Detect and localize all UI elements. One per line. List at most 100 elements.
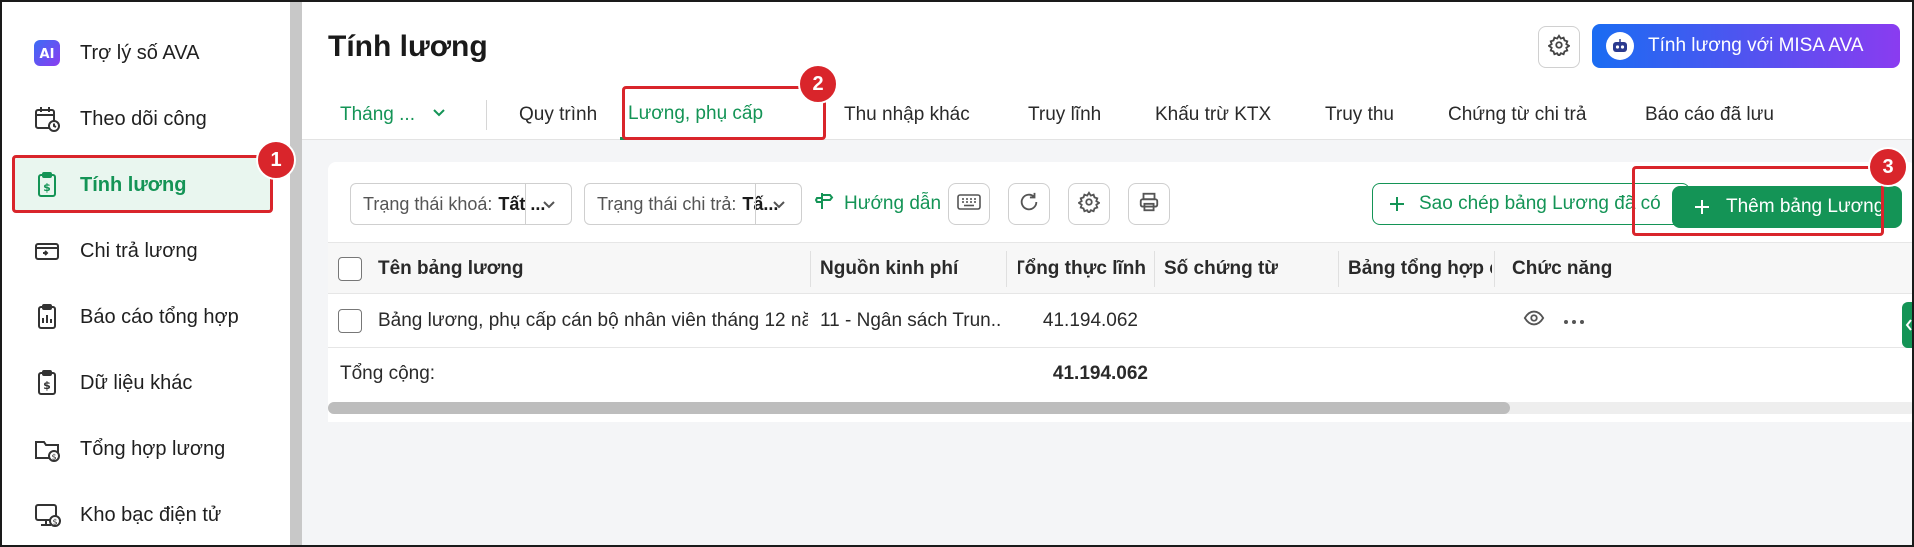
tab-recovery[interactable]: Truy thu [1325,90,1394,140]
callout-badge-1: 1 [256,140,296,180]
ava-payroll-button[interactable]: Tính lương với MISA AVA [1592,24,1900,68]
svg-text:$: $ [52,518,57,527]
sidebar-item-label: Kho bạc điện tử [80,503,222,526]
callout-box-1 [12,155,273,213]
payment-card-icon [32,236,62,266]
lock-status-label: Trạng thái khoá: [363,193,493,214]
callout-box-3 [1632,166,1884,236]
tab-other-income[interactable]: Thu nhập khác [844,90,970,140]
tab-back-pay[interactable]: Truy lĩnh [1028,90,1101,140]
guide-link[interactable]: Hướng dẫn [814,183,941,225]
sidebar-item-e-treasury[interactable]: $ Kho bạc điện tử [14,488,272,542]
tab-payment-vouchers[interactable]: Chứng từ chi trả [1448,90,1586,140]
print-button[interactable] [1128,183,1170,225]
sidebar-item-attendance[interactable]: Theo dõi công [14,92,272,146]
ava-button-label: Tính lương với MISA AVA [1648,35,1864,56]
sidebar-item-other-data[interactable]: $ Dữ liệu khác [14,356,272,410]
cell-voucher [1164,294,1334,348]
column-divider[interactable] [1006,251,1007,287]
refresh-button[interactable] [1008,183,1050,225]
copy-button-label: Sao chép bảng Lương đã có [1419,193,1661,214]
signpost-icon [814,191,834,217]
select-all-checkbox[interactable] [338,257,362,281]
salary-table: Tên bảng lương Nguồn kinh phí Tổng thực … [328,242,1912,422]
table-total-row: Tổng cộng: 41.194.062 [328,348,1912,400]
column-header-source[interactable]: Nguồn kinh phí [820,243,1000,295]
column-header-actions: Chức năng [1512,258,1613,279]
chevron-left-icon [1902,302,1912,348]
cell-name[interactable]: Bảng lương, phụ cấp cán bộ nhân viên thá… [378,294,808,348]
svg-text:$: $ [43,379,51,392]
collapse-panel-handle[interactable] [1902,302,1912,348]
sidebar-item-label: Trợ lý số AVA [80,41,200,64]
payment-status-filter[interactable]: Trạng thái chi trả: Tấ... [584,183,802,225]
robot-icon [1606,32,1634,60]
keyboard-shortcut-button[interactable] [948,183,990,225]
select-all-cell [338,243,368,295]
main-content: Tính lương Tính lương với MISA AVA Tháng… [302,2,1912,545]
table-row[interactable]: Bảng lương, phụ cấp cán bộ nhân viên thá… [328,294,1912,348]
monitor-money-icon: $ [32,500,62,530]
chevron-down-icon[interactable] [755,184,801,224]
view-button[interactable] [1523,294,1547,348]
tab-bar: Tháng ... Quy trình Lương, phụ cấp Thu n… [302,90,1912,140]
plus-icon [1387,194,1407,214]
month-label: Tháng ... [340,104,415,125]
cell-source: 11 - Ngân sách Trun... [820,310,1000,331]
sidebar-item-ava[interactable]: AI Trợ lý số AVA [14,26,272,80]
row-checkbox[interactable] [338,309,362,333]
total-label: Tổng cộng: [340,363,436,384]
sidebar-item-label: Báo cáo tổng hợp [80,305,239,328]
more-options-button[interactable] [1562,294,1588,348]
callout-badge-2: 2 [798,64,838,104]
sidebar-item-report[interactable]: Báo cáo tổng hợp [14,290,272,344]
column-header-total[interactable]: Tổng thực lĩnh [1018,243,1146,295]
lock-status-filter[interactable]: Trạng thái khoá: Tất ... [350,183,572,225]
column-divider[interactable] [1154,251,1155,287]
tab-dorm-deduction[interactable]: Khấu trừ KTX [1155,90,1271,140]
callout-badge-3: 3 [1868,147,1908,187]
scrollbar-thumb[interactable] [328,402,1510,414]
printer-icon [1138,191,1160,218]
tab-workflow[interactable]: Quy trình [519,90,597,140]
total-value: 41.194.062 [1052,363,1148,384]
column-divider[interactable] [1338,251,1339,287]
sidebar: AI Trợ lý số AVA Theo dõi công $ Tính lư… [2,2,290,545]
report-clipboard-icon [32,302,62,332]
app-window: AI Trợ lý số AVA Theo dõi công $ Tính lư… [0,0,1914,547]
gear-icon [1547,33,1571,61]
horizontal-scrollbar[interactable] [328,402,1912,414]
row-select-cell [338,294,368,348]
cell-summary [1348,294,1492,348]
svg-text:AI: AI [40,47,55,62]
calendar-clock-icon [32,104,62,134]
cell-total: 41.194.062 [1042,310,1138,331]
guide-label: Hướng dẫn [844,193,942,214]
eye-icon [1523,307,1545,335]
sidebar-item-payroll-summary[interactable]: $ Tổng hợp lương [14,422,272,476]
sidebar-scrollbar[interactable] [290,2,302,545]
sidebar-item-label: Theo dõi công [80,107,207,130]
column-divider[interactable] [1494,251,1495,287]
sidebar-item-label: Chi trả lương [80,239,198,262]
column-divider[interactable] [810,251,811,287]
month-dropdown[interactable]: Tháng ... [340,90,447,140]
chevron-down-icon[interactable] [525,184,571,224]
tab-saved-reports[interactable]: Báo cáo đã lưu [1645,90,1774,140]
sidebar-item-payment[interactable]: Chi trả lương [14,224,272,278]
gear-icon [1077,190,1101,218]
sidebar-item-label: Tổng hợp lương [80,437,226,460]
folder-money-icon: $ [32,434,62,464]
table-settings-button[interactable] [1068,183,1110,225]
callout-box-2 [622,86,826,140]
table-header: Tên bảng lương Nguồn kinh phí Tổng thực … [328,242,1912,295]
column-header-voucher[interactable]: Số chứng từ [1164,243,1334,295]
settings-button[interactable] [1538,26,1580,68]
chevron-down-icon [431,104,447,126]
sidebar-item-label: Dữ liệu khác [80,371,193,394]
column-header-name[interactable]: Tên bảng lương [378,243,758,295]
ai-icon: AI [32,38,62,68]
column-header-summary[interactable]: Bảng tổng hợp côn [1348,243,1492,295]
svg-text:$: $ [51,453,56,462]
data-clipboard-icon: $ [32,368,62,398]
